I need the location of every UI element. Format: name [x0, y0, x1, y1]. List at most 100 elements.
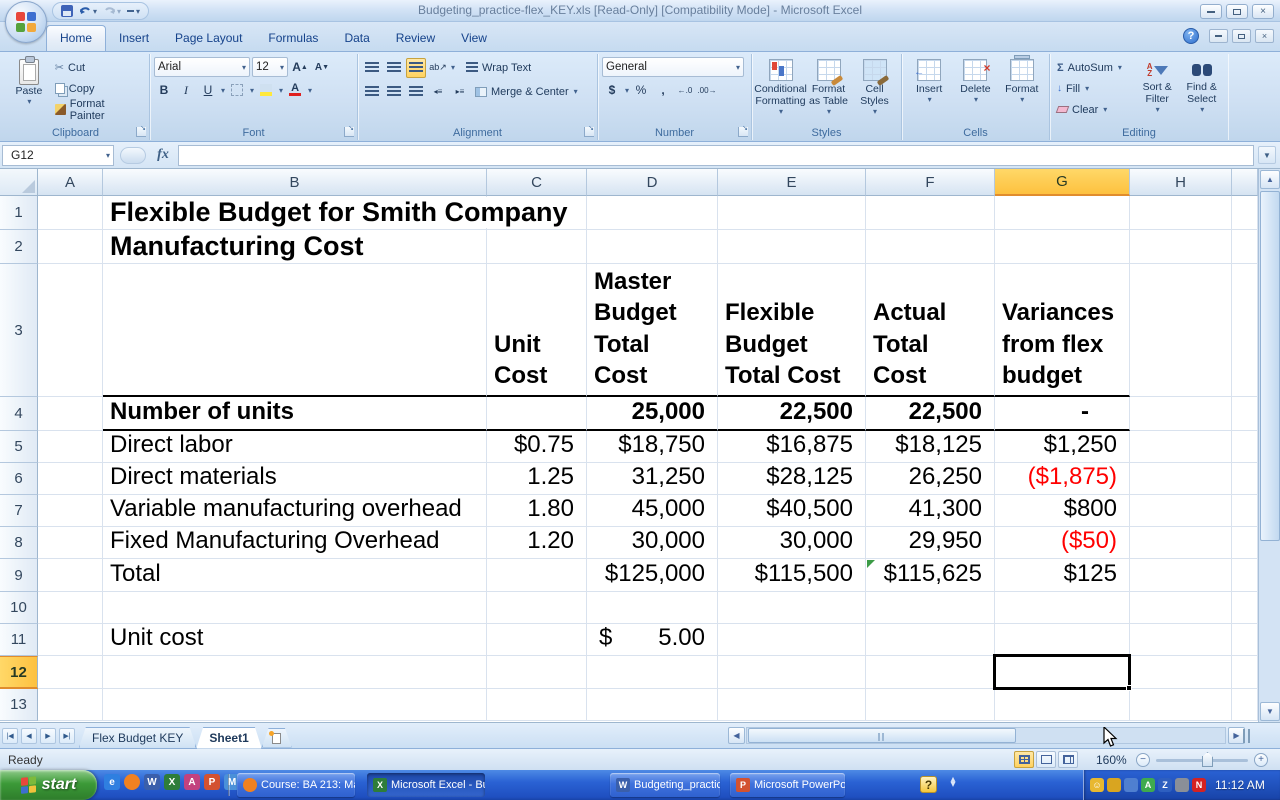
cell-H12[interactable]	[1130, 656, 1232, 689]
cell-B8[interactable]: Fixed Manufacturing Overhead	[103, 527, 487, 559]
cell-A8[interactable]	[38, 527, 103, 559]
quick-launch-firefox-icon[interactable]	[124, 774, 140, 790]
redo-icon[interactable]: ▾	[103, 5, 121, 17]
cell-G8[interactable]: ($50)	[995, 527, 1130, 559]
cell-B3[interactable]	[103, 264, 487, 397]
select-all-corner[interactable]	[0, 169, 38, 196]
align-top-button[interactable]	[362, 58, 382, 78]
cell-G6[interactable]: ($1,875)	[995, 463, 1130, 495]
shrink-font-button[interactable]: A▼	[312, 57, 332, 77]
cell-C9[interactable]	[487, 559, 587, 592]
task-button-excel[interactable]: XMicrosoft Excel - Bud...	[367, 773, 485, 797]
autosum-button[interactable]: ΣAutoSum▾	[1054, 57, 1135, 78]
tab-data[interactable]: Data	[331, 26, 382, 51]
underline-dropdown[interactable]: ▾	[221, 86, 225, 95]
sheet-tab-flex-budget-key[interactable]: Flex Budget KEY	[79, 727, 196, 748]
doc-restore-button[interactable]	[1232, 29, 1251, 43]
cell-C5[interactable]: $0.75	[487, 431, 587, 463]
cell-styles-button[interactable]: Cell Styles▾	[853, 57, 897, 118]
percent-button[interactable]: %	[631, 80, 651, 100]
cell-F7[interactable]: 41,300	[866, 495, 995, 527]
scroll-down-icon[interactable]: ▼	[1260, 702, 1280, 721]
cell-G3[interactable]: Variances from flex budget	[995, 264, 1130, 397]
row-header-11[interactable]: 11	[0, 624, 38, 656]
tray-antivirus-a-icon[interactable]: A	[1141, 778, 1155, 792]
cell-G13[interactable]	[995, 689, 1130, 721]
first-sheet-icon[interactable]: |◀	[2, 728, 18, 744]
smart-tag-icon[interactable]	[867, 560, 875, 568]
border-button[interactable]	[227, 80, 247, 100]
close-button[interactable]: ×	[1252, 4, 1274, 19]
cell-A6[interactable]	[38, 463, 103, 495]
number-dialog-launcher[interactable]	[738, 127, 748, 137]
cell-A1[interactable]	[38, 196, 103, 230]
formula-input[interactable]	[178, 145, 1254, 166]
cut-button[interactable]: ✂Cut	[52, 57, 145, 78]
find-select-button[interactable]: Find & Select▾	[1179, 57, 1224, 120]
cell-A5[interactable]	[38, 431, 103, 463]
tab-page-layout[interactable]: Page Layout	[162, 26, 255, 51]
zoom-level[interactable]: 160%	[1096, 753, 1127, 767]
cell-B1[interactable]: Flexible Budget for Smith Company	[103, 196, 487, 230]
conditional-formatting-button[interactable]: Conditional Formatting▾	[757, 57, 805, 118]
cell-D13[interactable]	[587, 689, 718, 721]
cell-F2[interactable]	[866, 230, 995, 264]
cell-F12[interactable]	[866, 656, 995, 689]
cell-E4[interactable]: 22,500	[718, 397, 866, 431]
undo-icon[interactable]: ▾	[79, 5, 97, 17]
page-break-view-button[interactable]	[1058, 751, 1078, 768]
row-header-1[interactable]: 1	[0, 196, 38, 230]
cell-A9[interactable]	[38, 559, 103, 592]
cell-A11[interactable]	[38, 624, 103, 656]
cell-A7[interactable]	[38, 495, 103, 527]
cell-A13[interactable]	[38, 689, 103, 721]
cell-G7[interactable]: $800	[995, 495, 1130, 527]
cell-H11[interactable]	[1130, 624, 1232, 656]
zoom-slider-thumb[interactable]	[1202, 752, 1213, 767]
start-button[interactable]: start	[0, 770, 97, 800]
orientation-dropdown[interactable]: ▾	[451, 63, 455, 72]
customize-qat-icon[interactable]: ▾	[127, 7, 140, 16]
cell-E7[interactable]: $40,500	[718, 495, 866, 527]
font-color-dropdown[interactable]: ▾	[308, 86, 312, 95]
cell-F10[interactable]	[866, 592, 995, 624]
row-header-12[interactable]: 12	[0, 656, 38, 689]
row-header-6[interactable]: 6	[0, 463, 38, 495]
cell-G10[interactable]	[995, 592, 1130, 624]
fill-color-dropdown[interactable]: ▾	[279, 86, 283, 95]
decrease-decimal-button[interactable]: .00→	[697, 80, 717, 100]
cell-F9[interactable]: $115,625	[866, 559, 995, 592]
fill-handle[interactable]	[1126, 685, 1132, 691]
alignment-dialog-launcher[interactable]	[584, 127, 594, 137]
underline-button[interactable]: U	[198, 80, 218, 100]
vertical-scroll-thumb[interactable]	[1260, 191, 1280, 541]
increase-decimal-button[interactable]: ←.0	[675, 80, 695, 100]
cell-H4[interactable]	[1130, 397, 1232, 431]
page-layout-view-button[interactable]	[1036, 751, 1056, 768]
cell-C11[interactable]	[487, 624, 587, 656]
cell-F6[interactable]: 26,250	[866, 463, 995, 495]
tray-netsupport-n-icon[interactable]: N	[1192, 778, 1206, 792]
align-center-button[interactable]	[384, 82, 404, 102]
cell-D11[interactable]: $5.00	[587, 624, 718, 656]
cell-E12[interactable]	[718, 656, 866, 689]
cell-F11[interactable]	[866, 624, 995, 656]
cell-D6[interactable]: 31,250	[587, 463, 718, 495]
cell-B5[interactable]: Direct labor	[103, 431, 487, 463]
tray-messenger-icon[interactable]: ☺	[1090, 778, 1104, 792]
format-painter-button[interactable]: Format Painter	[52, 99, 145, 120]
quick-launch-powerpoint-icon[interactable]: P	[204, 774, 220, 790]
row-header-10[interactable]: 10	[0, 592, 38, 624]
cell-B7[interactable]: Variable manufacturing overhead	[103, 495, 487, 527]
taskbar-display-icon[interactable]: ▴▾	[946, 777, 960, 791]
column-header-F[interactable]: F	[866, 169, 995, 196]
tray-zone-z-icon[interactable]: Z	[1158, 778, 1172, 792]
format-as-table-button[interactable]: Format as Table▾	[806, 57, 852, 118]
accounting-dropdown[interactable]: ▾	[625, 86, 629, 95]
paste-button[interactable]: Paste▾	[6, 57, 52, 120]
cell-H3[interactable]	[1130, 264, 1232, 397]
clipboard-dialog-launcher[interactable]	[136, 127, 146, 137]
cell-H10[interactable]	[1130, 592, 1232, 624]
cell-C4[interactable]	[487, 397, 587, 431]
insert-worksheet-tab[interactable]	[262, 728, 292, 748]
